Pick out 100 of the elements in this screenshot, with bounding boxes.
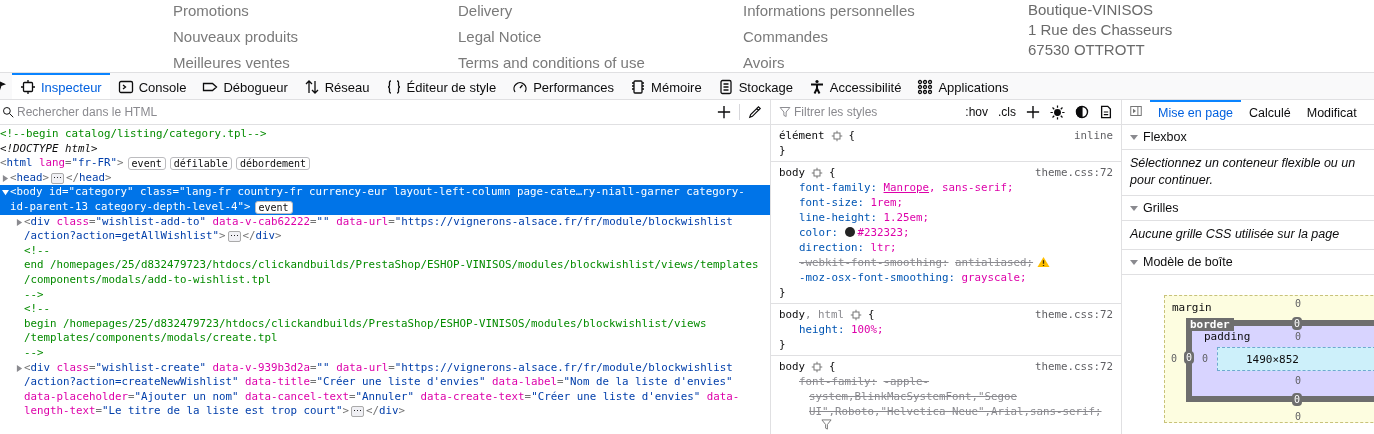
footer-link[interactable]: Legal Notice: [458, 24, 743, 50]
markup-row[interactable]: <!--begin catalog/listing/category.tpl-->: [0, 127, 770, 142]
devtools-tab[interactable]: Mémoire: [622, 73, 710, 99]
devtools-tab[interactable]: Accessibilité: [800, 73, 910, 99]
target-icon: [811, 360, 823, 373]
css-selector: , html: [805, 308, 845, 321]
disclosure-triangle-icon[interactable]: [1, 174, 9, 182]
section-title[interactable]: Flexbox: [1143, 130, 1187, 144]
markup-text: </div>: [242, 229, 282, 244]
node-badge[interactable]: débordement: [235, 157, 311, 170]
devtools-tab[interactable]: Inspecteur: [12, 73, 110, 99]
css-selector: body: [779, 166, 805, 179]
collapsed-content-button[interactable]: ⋯: [227, 230, 241, 242]
markup-text: <head>: [10, 170, 50, 186]
sun-icon: [1050, 104, 1065, 120]
disclosure-triangle-icon[interactable]: [15, 364, 23, 372]
empty-state-text: pour continuer.: [1130, 172, 1214, 189]
markup-text: <html lang="fr-FR">: [0, 156, 124, 171]
footer-link[interactable]: Promotions: [173, 0, 458, 24]
css-declaration[interactable]: direction: ltr;: [799, 240, 897, 255]
devtools-tab[interactable]: Réseau: [295, 73, 378, 99]
comment-text: begin /homepages/25/d832479723/htdocs/clickandbuilds/PrestaShop/ESHOP-VINISOS/modules/blockwishlist/views: [24, 316, 707, 332]
comment-text: -->: [24, 345, 44, 361]
add-icon: [717, 105, 731, 119]
css-declaration[interactable]: -webkit-font-smoothing: antialiased;: [799, 255, 1034, 270]
comment-text: /templates/components/modals/create.tpl: [24, 331, 278, 346]
comment-text: end /homepages/25/d832479723/htdocs/clickandbuilds/PrestaShop/ESHOP-VINISOS/modules/blockwishlist/views/templates: [24, 258, 759, 273]
sidebar-tab[interactable]: Calculé: [1241, 100, 1299, 124]
collapsed-content-button[interactable]: ⋯: [51, 172, 65, 184]
source-link[interactable]: theme.css:72: [1035, 165, 1113, 180]
node-badge[interactable]: défilable: [169, 157, 232, 170]
markup-row[interactable]: <head> ⋯ </head>: [0, 170, 770, 186]
devtools-tab[interactable]: Applications: [909, 73, 1017, 99]
comment-text: -->: [24, 287, 44, 303]
node-badge[interactable]: event: [254, 200, 293, 214]
frame-icon: [20, 79, 36, 95]
target-icon: [811, 166, 823, 179]
markup-text: data-placeholder="Ajouter un nom" data-cancel-text="Annuler" data-create-text="Créer une liste d'envies" data-: [24, 389, 740, 405]
markup-text: id-parent-13 category-depth-level-4">: [10, 199, 251, 215]
comment-text: <!--begin catalog/listing/category.tpl-->: [0, 127, 267, 142]
section-title[interactable]: Grilles: [1143, 201, 1179, 215]
disclosure-triangle-icon[interactable]: [1130, 133, 1138, 141]
devtools-tab[interactable]: Console: [109, 73, 195, 99]
target-icon: [850, 308, 863, 321]
devtools-tab[interactable]: Performances: [504, 73, 623, 99]
markup-text: </head>: [66, 170, 112, 186]
pseudo-class-toggle[interactable]: .cls: [998, 105, 1016, 119]
html-search-field[interactable]: Rechercher dans le HTML: [17, 105, 709, 119]
address-line: 67530 OTTROTT: [1028, 40, 1146, 60]
footer-link[interactable]: Terms and conditions of use: [458, 50, 743, 72]
markup-row[interactable]: <html lang="fr-FR"> event défilable débordement: [0, 156, 770, 171]
chip-icon: [630, 79, 647, 95]
markup-row[interactable]: <body id="category" class="lang-fr country-fr currency-eur layout-left-column page-cate…ry-niall-garner category- id-parent-13 category-depth-level-4"> event: [0, 185, 770, 215]
sidebar-tab[interactable]: Modificat: [1298, 100, 1365, 124]
devtools-tab[interactable]: Débogueur: [194, 73, 296, 99]
markup-row[interactable]: <div class="wishlist-add-to" data-v-cab62222="" data-url="https://vignerons-alsace.fr/fr/module/blockwishlist /action?action=getAllWishlist"> ⋯ </div>: [0, 214, 770, 244]
section-title[interactable]: Modèle de boîte: [1143, 255, 1233, 269]
pseudo-class-toggle[interactable]: :hov: [965, 105, 988, 119]
open-brace: {: [829, 359, 836, 374]
source-link[interactable]: inline: [1074, 128, 1113, 143]
markup-row[interactable]: <!DOCTYPE html>: [0, 141, 770, 157]
disclosure-triangle-icon[interactable]: [1130, 204, 1138, 212]
css-declaration[interactable]: height: 100%;: [799, 322, 884, 337]
footer-link[interactable]: Nouveaux produits: [173, 24, 458, 50]
collapsed-content-button[interactable]: ⋯: [351, 406, 365, 418]
target-icon: [830, 129, 843, 142]
devtools-tab[interactable]: Stockage: [709, 73, 801, 99]
footer-link[interactable]: Meilleures ventes: [173, 50, 458, 72]
styles-filter-field[interactable]: Filtrer les styles: [794, 105, 958, 119]
color-swatch[interactable]: [844, 227, 855, 237]
braces-icon: [385, 79, 402, 95]
source-link[interactable]: theme.css:72: [1035, 359, 1113, 374]
gauge-icon: [512, 79, 529, 95]
markup-text: <body id="category" class="lang-fr country-fr currency-eur layout-left-column page-cate…ry-niall-garner category-: [10, 185, 745, 200]
footer-link[interactable]: Commandes: [743, 24, 1028, 50]
css-selector: body: [779, 360, 805, 373]
source-link[interactable]: theme.css:72: [1035, 307, 1113, 322]
disclosure-triangle-icon[interactable]: [1130, 258, 1138, 266]
node-badge[interactable]: event: [127, 157, 166, 170]
person-icon: [808, 79, 825, 95]
css-declaration[interactable]: font-family: Manrope, sans-serif;: [799, 180, 1014, 195]
footer-link[interactable]: Informations personnelles: [743, 0, 1028, 24]
css-declaration[interactable]: font-size: 1rem;: [799, 195, 904, 210]
filter-icon[interactable]: [821, 419, 832, 430]
property-name[interactable]: color:: [799, 226, 838, 239]
footer-link[interactable]: Delivery: [458, 0, 743, 24]
footer-link[interactable]: Avoirs: [743, 50, 1028, 72]
css-declaration[interactable]: font-family: -apple-system,BlinkMacSystemFont,"Segoe UI",Roboto,"Helvetica Neue",Arial,sans-serif;: [799, 374, 1109, 419]
contrast-icon: [1075, 105, 1089, 119]
css-declaration[interactable]: line-height: 1.25em;: [799, 210, 930, 225]
markup-row[interactable]: <!-- begin /homepages/25/d832479723/htdocs/clickandbuilds/PrestaShop/ESHOP-VINISOS/modules/blockwishlist/views /templates/components/modals/create.tpl -->: [0, 302, 770, 361]
arrows-icon: [303, 79, 320, 95]
disclosure-triangle-icon[interactable]: [15, 218, 23, 226]
disclosure-triangle-icon[interactable]: [1, 189, 9, 197]
doctype-text: <!DOCTYPE html>: [0, 141, 98, 157]
property-value[interactable]: #232323;: [857, 226, 910, 239]
address-line: Boutique-VINISOS: [1028, 0, 1155, 20]
devtools-tab[interactable]: Éditeur de style: [377, 73, 505, 99]
markup-row[interactable]: <!-- end /homepages/25/d832479723/htdocs/clickandbuilds/PrestaShop/ESHOP-VINISOS/modules/blockwishlist/views/templates /components/modals/add-to-wishlist.tpl -->: [0, 243, 770, 303]
css-declaration[interactable]: -moz-osx-font-smoothing: grayscale;: [799, 270, 1027, 285]
